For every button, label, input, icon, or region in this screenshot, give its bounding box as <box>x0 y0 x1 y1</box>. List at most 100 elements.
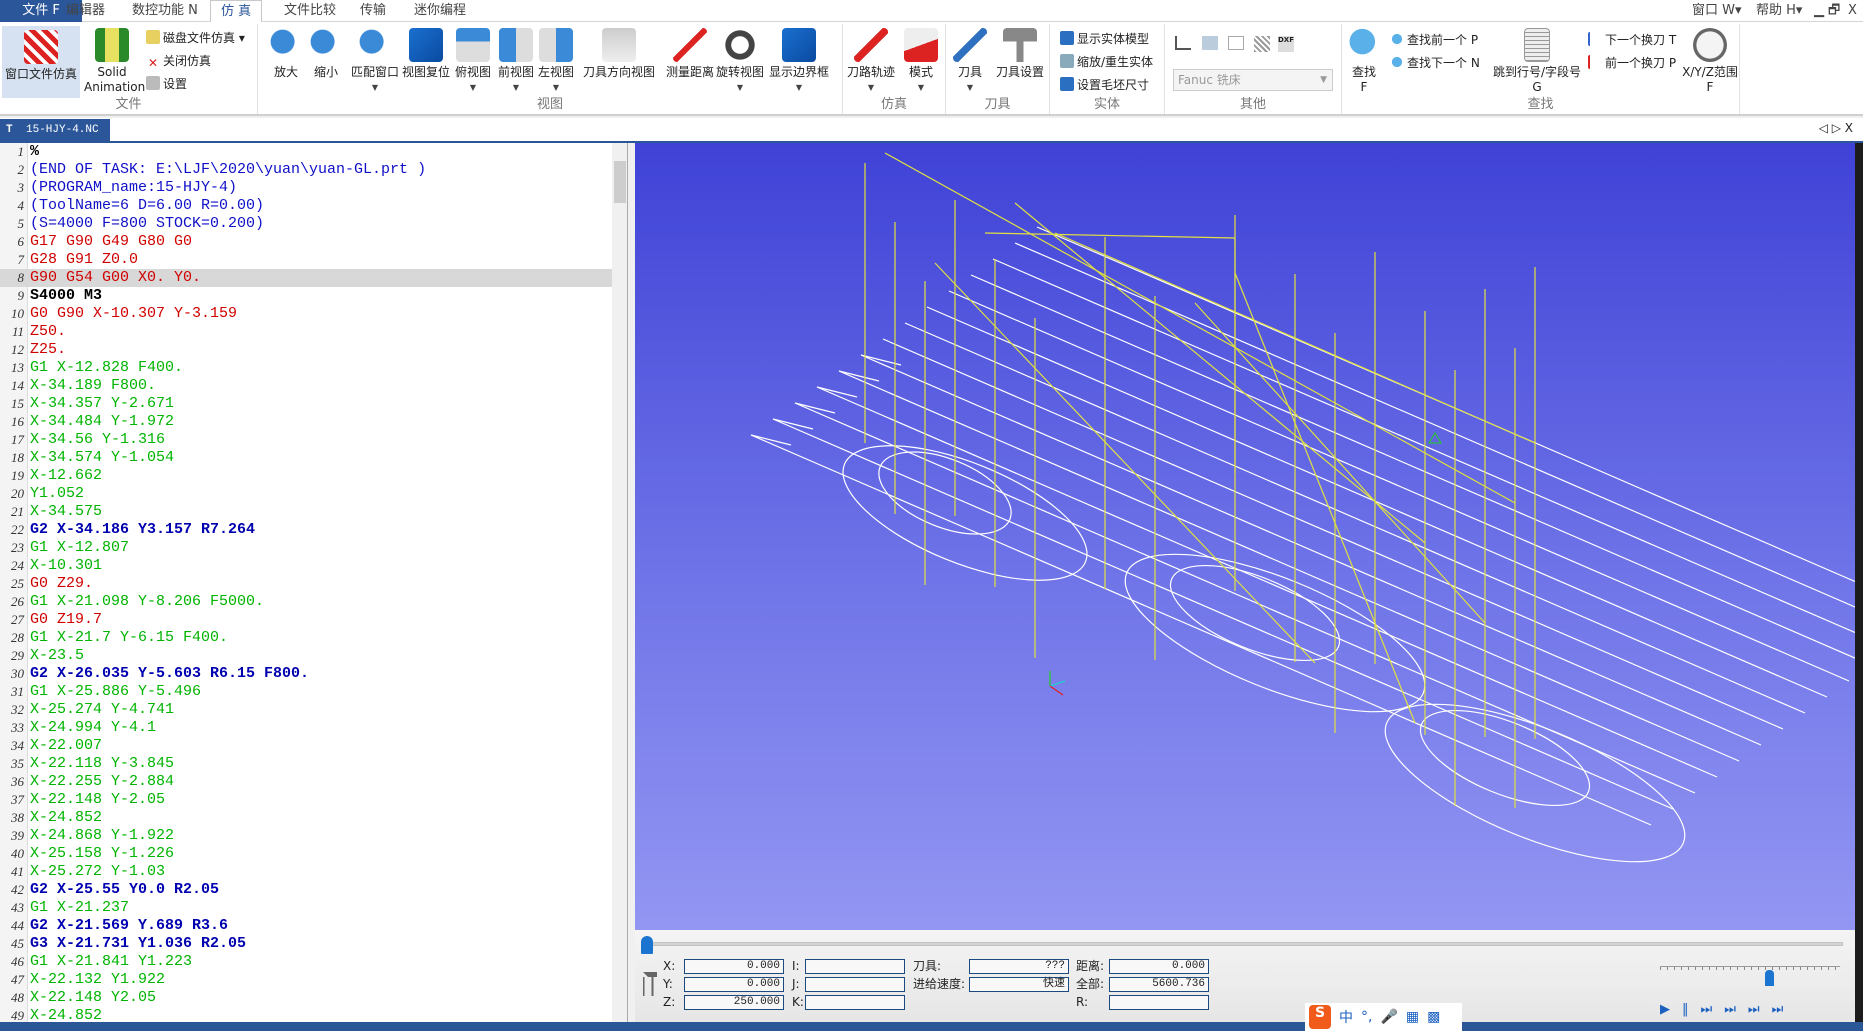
code-line[interactable]: 25 G0 Z29. <box>0 575 612 593</box>
code-line[interactable]: 40 X-25.158 Y-1.226 <box>0 845 612 863</box>
code-line[interactable]: 7 G28 G91 Z0.0 <box>0 251 612 269</box>
menu-mini-programming[interactable]: 迷你编程 <box>404 0 476 22</box>
zoom-out-button[interactable]: 缩小 <box>308 28 344 80</box>
editor-scrollbar[interactable] <box>612 143 627 1023</box>
tool-direction-view-button[interactable]: 刀具方向视图 <box>578 28 660 80</box>
code-line[interactable]: 32 X-25.274 Y-4.741 <box>0 701 612 719</box>
settings-button[interactable]: 设置 <box>146 76 187 92</box>
sim-progress-handle[interactable] <box>641 936 653 954</box>
axis-icon[interactable] <box>1175 36 1191 50</box>
code-line[interactable]: 47 X-22.132 Y1.922 <box>0 971 612 989</box>
find-button[interactable]: 查找 F <box>1344 28 1384 95</box>
step-block-icon[interactable]: ⏭ <box>1724 1002 1748 1017</box>
find-next-button[interactable]: 查找下一个 N <box>1390 55 1480 71</box>
menu-file-compare[interactable]: 文件比较 <box>274 0 346 22</box>
code-line[interactable]: 30 G2 X-26.035 Y-5.603 R6.15 F800. <box>0 665 612 683</box>
code-line[interactable]: 4 (ToolName=6 D=6.00 R=0.00) <box>0 197 612 215</box>
speed-slider-handle[interactable] <box>1765 970 1774 986</box>
mode-button[interactable]: 模式 ▼ <box>899 28 943 95</box>
code-line[interactable]: 33 X-24.994 Y-4.1 <box>0 719 612 737</box>
ime-keyboard-icon[interactable]: ▦ <box>1406 1009 1419 1025</box>
code-line[interactable]: 43 G1 X-21.237 <box>0 899 612 917</box>
find-prev-button[interactable]: 查找前一个 P <box>1390 32 1478 48</box>
next-tool-change-button[interactable]: 下一个换刀 T <box>1588 32 1676 48</box>
code-line[interactable]: 23 G1 X-12.807 <box>0 539 612 557</box>
sim-progress-track[interactable] <box>643 942 1843 946</box>
code-line[interactable]: 28 G1 X-21.7 Y-6.15 F400. <box>0 629 612 647</box>
code-line[interactable]: 8 G90 G54 G00 X0. Y0. <box>0 269 612 287</box>
code-line[interactable]: 36 X-22.255 Y-2.884 <box>0 773 612 791</box>
code-line[interactable]: 16 X-34.484 Y-1.972 <box>0 413 612 431</box>
pause-icon[interactable]: ‖ <box>1682 1002 1701 1017</box>
menu-editor[interactable]: 编辑器 <box>56 0 115 22</box>
code-line[interactable]: 13 G1 X-12.828 F400. <box>0 359 612 377</box>
code-line[interactable]: 35 X-22.118 Y-3.845 <box>0 755 612 773</box>
dxf-icon[interactable]: DXF <box>1278 36 1294 52</box>
left-view-button[interactable]: 左视图 ▼ <box>536 28 576 95</box>
step-z-icon[interactable]: ⏭ <box>1748 1002 1772 1017</box>
goto-line-button[interactable]: 跳到行号/字段号 G <box>1490 28 1584 95</box>
code-line[interactable]: 12 Z25. <box>0 341 612 359</box>
code-line[interactable]: 6 G17 G90 G49 G80 G0 <box>0 233 612 251</box>
reset-view-button[interactable]: 视图复位 <box>401 28 451 80</box>
code-line[interactable]: 11 Z50. <box>0 323 612 341</box>
machine-select[interactable]: Fanuc 铣床 ▼ <box>1173 69 1333 91</box>
code-line[interactable]: 19 X-12.662 <box>0 467 612 485</box>
close-sim-button[interactable]: ✕ 关闭仿真 <box>146 53 211 70</box>
show-solid-model-button[interactable]: 显示实体模型 <box>1060 31 1149 47</box>
doc-tab-15-hjy-4[interactable]: T 15-HJY-4.NC <box>0 119 110 141</box>
code-line[interactable]: 17 X-34.56 Y-1.316 <box>0 431 612 449</box>
code-line[interactable]: 49 X-24.852 <box>0 1007 612 1023</box>
scrollbar-thumb[interactable] <box>614 161 626 203</box>
menu-simulation[interactable]: 仿 真 <box>210 0 263 23</box>
solid-animation-button[interactable]: Solid Animation <box>84 28 145 95</box>
xyz-range-button[interactable]: X/Y/Z范围 F <box>1680 28 1740 95</box>
menu-window[interactable]: 窗口 W▾ <box>1688 0 1746 22</box>
tab-nav-buttons[interactable]: ◁ ▷ X <box>1819 121 1853 135</box>
code-line[interactable]: 20 Y1.052 <box>0 485 612 503</box>
code-line[interactable]: 31 G1 X-25.886 Y-5.496 <box>0 683 612 701</box>
code-line[interactable]: 21 X-34.575 <box>0 503 612 521</box>
code-line[interactable]: 41 X-25.272 Y-1.03 <box>0 863 612 881</box>
code-line[interactable]: 44 G2 X-21.569 Y.689 R3.6 <box>0 917 612 935</box>
front-view-button[interactable]: 前视图 ▼ <box>496 28 536 95</box>
code-line[interactable]: 48 X-22.148 Y2.05 <box>0 989 612 1007</box>
menu-transfer[interactable]: 传输 <box>350 0 396 22</box>
show-bounding-box-button[interactable]: 显示边界框 ▼ <box>766 28 832 95</box>
menu-help[interactable]: 帮助 H▾ <box>1752 0 1806 22</box>
top-view-button[interactable]: 俯视图 ▼ <box>453 28 493 95</box>
code-line[interactable]: 38 X-24.852 <box>0 809 612 827</box>
set-stock-size-button[interactable]: 设置毛坯尺寸 <box>1060 77 1149 93</box>
tool-settings-button[interactable]: 刀具设置 <box>992 28 1048 80</box>
code-line[interactable]: 2 (END OF TASK: E:\LJF\2020\yuan\yuan-GL.… <box>0 161 612 179</box>
disk-file-sim-button[interactable]: 磁盘文件仿真 ▾ <box>146 30 245 46</box>
tool-button[interactable]: 刀具 ▼ <box>950 28 990 95</box>
page-icon[interactable] <box>1228 36 1244 50</box>
code-line[interactable]: 29 X-23.5 <box>0 647 612 665</box>
ime-punctuation[interactable]: °, <box>1361 1009 1372 1025</box>
code-line[interactable]: 10 G0 G90 X-10.307 Y-3.159 <box>0 305 612 323</box>
code-line[interactable]: 22 G2 X-34.186 Y3.157 R7.264 <box>0 521 612 539</box>
simulation-viewport[interactable] <box>635 143 1863 930</box>
zoom-regen-solid-button[interactable]: 缩放/重生实体 <box>1060 54 1153 70</box>
measure-distance-button[interactable]: 测量距离 <box>663 28 717 80</box>
stl-icon[interactable] <box>1254 36 1270 52</box>
menu-nc-functions[interactable]: 数控功能 N <box>122 0 208 22</box>
code-line[interactable]: 5 (S=4000 F=800 STOCK=0.200) <box>0 215 612 233</box>
code-line[interactable]: 37 X-22.148 Y-2.05 <box>0 791 612 809</box>
close-button[interactable]: X <box>1846 0 1859 22</box>
rotate-view-button[interactable]: 旋转视图 ▼ <box>714 28 766 95</box>
step-tool-icon[interactable]: ⏭ <box>1772 1002 1796 1017</box>
ime-voice-icon[interactable]: 🎤 <box>1380 1009 1397 1025</box>
code-line[interactable]: 39 X-24.868 Y-1.922 <box>0 827 612 845</box>
zoom-in-button[interactable]: 放大 <box>268 28 304 80</box>
code-line[interactable]: 24 X-10.301 <box>0 557 612 575</box>
code-line[interactable]: 26 G1 X-21.098 Y-8.206 F5000. <box>0 593 612 611</box>
code-editor[interactable]: 1% 2 (END OF TASK: E:\LJF\2020\yuan\yuan-G… <box>0 143 628 1023</box>
window-file-sim-button[interactable]: 窗口文件仿真 <box>2 26 80 98</box>
code-line[interactable]: 34 X-22.007 <box>0 737 612 755</box>
play-icon[interactable]: ▶ <box>1660 1002 1682 1017</box>
export-icon[interactable] <box>1202 36 1218 50</box>
restore-button[interactable]: 🗗 <box>1826 0 1842 22</box>
code-line[interactable]: 14 X-34.189 F800. <box>0 377 612 395</box>
